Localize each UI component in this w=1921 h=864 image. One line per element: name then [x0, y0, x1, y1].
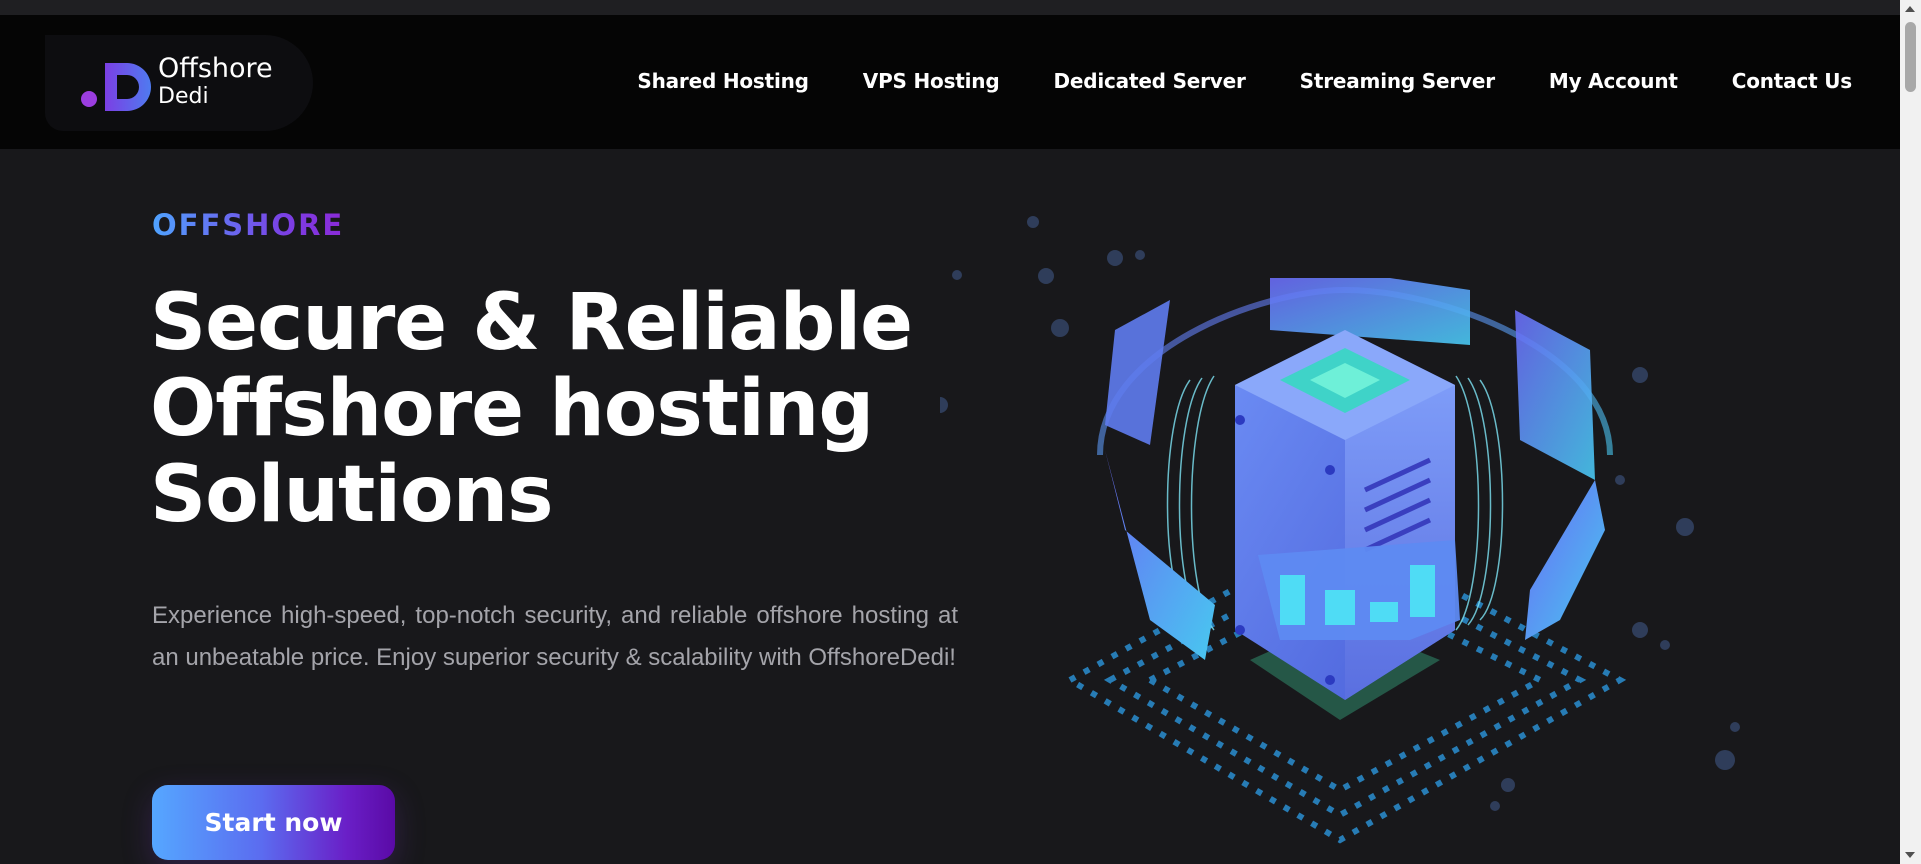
brand-mark-icon	[81, 63, 151, 111]
nav-streaming-server[interactable]: Streaming Server	[1300, 69, 1495, 93]
brand-name-line2: Dedi	[158, 84, 209, 110]
hero-title-line1: Secure & Reliable	[150, 278, 913, 368]
nav-contact-us[interactable]: Contact Us	[1732, 69, 1852, 93]
start-now-button[interactable]: Start now	[152, 785, 395, 860]
page-scrollbar[interactable]	[1900, 0, 1921, 864]
scroll-thumb[interactable]	[1905, 22, 1916, 92]
hero-description: Experience high-speed, top-notch securit…	[152, 602, 958, 671]
hero-eyebrow: OFFSHORE	[152, 208, 344, 242]
hero-eyebrow-text: OFFSHORE	[152, 208, 345, 242]
hero-title: Secure & Reliable Offshore hosting Solut…	[150, 280, 970, 538]
nav-my-account[interactable]: My Account	[1549, 69, 1678, 93]
site-header: Offshore Dedi Shared Hosting VPS Hosting…	[0, 15, 1900, 149]
hero-title-line3: Solutions	[150, 450, 554, 540]
nav-dedicated-server[interactable]: Dedicated Server	[1053, 69, 1245, 93]
scroll-up-arrow-icon[interactable]	[1905, 6, 1915, 12]
hero-title-line2: Offshore hosting	[150, 364, 874, 454]
nav-shared-hosting[interactable]: Shared Hosting	[637, 69, 809, 93]
brand-name-line1: Offshore	[158, 53, 273, 84]
brand-logo[interactable]: Offshore Dedi	[45, 35, 313, 131]
nav-vps-hosting[interactable]: VPS Hosting	[863, 69, 1000, 93]
server-rack-icon	[940, 216, 1740, 844]
browser-top-strip	[0, 0, 1900, 15]
scroll-down-arrow-icon[interactable]	[1905, 852, 1915, 858]
main-nav: Shared Hosting VPS Hosting Dedicated Ser…	[637, 69, 1852, 93]
